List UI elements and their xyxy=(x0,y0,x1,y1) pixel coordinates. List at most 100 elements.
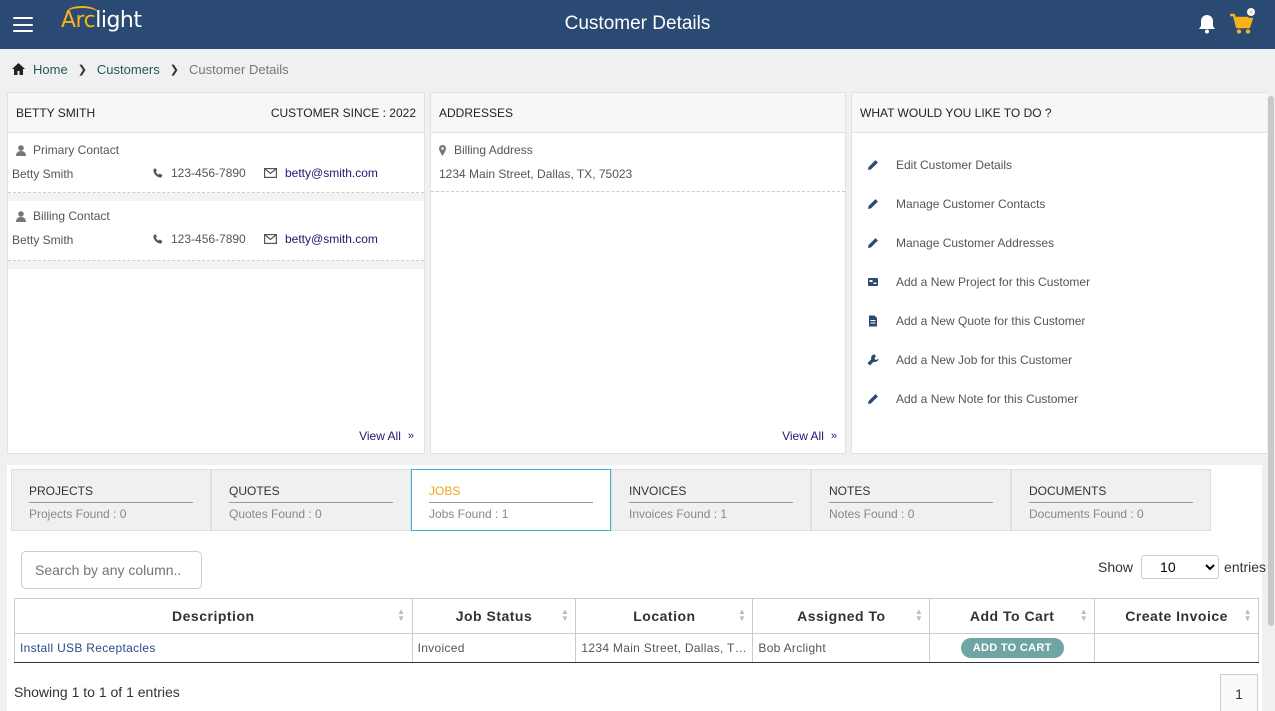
address-card: Billing Address 1234 Main Street, Dallas… xyxy=(431,133,845,192)
customer-panel-header: BETTY SMITH CUSTOMER SINCE : 2022 xyxy=(8,93,424,133)
map-marker-icon xyxy=(439,144,446,156)
spacer xyxy=(8,261,424,269)
column-header-add-to-cart[interactable]: Add To Cart ▲ ▼ xyxy=(929,598,1096,634)
addresses-panel-header: ADDRESSES xyxy=(431,93,845,133)
customer-since: CUSTOMER SINCE : 2022 xyxy=(270,105,416,120)
table-row: Install USB Receptacles Invoiced 1234 Ma… xyxy=(14,633,1259,663)
contact-email: betty@smith.com xyxy=(264,166,378,180)
phone-icon xyxy=(153,234,163,244)
sort-icon: ▲ ▼ xyxy=(560,607,570,623)
add-to-cart-button[interactable]: ADD TO CART xyxy=(960,638,1064,658)
addresses-title: ADDRESSES xyxy=(439,105,514,120)
column-header-description[interactable]: Description ▲ ▼ xyxy=(14,598,413,634)
actions-panel-header: WHAT WOULD YOU LIKE TO DO ? xyxy=(852,93,1267,133)
user-icon xyxy=(16,210,26,222)
cart-badge xyxy=(1245,6,1257,18)
entries-summary: Showing 1 to 1 of 1 entries xyxy=(14,684,180,700)
envelope-icon xyxy=(264,168,277,178)
spacer xyxy=(8,193,424,201)
breadcrumb-home[interactable]: Home xyxy=(33,62,68,77)
tab-projects[interactable]: PROJECTS Projects Found : 0 xyxy=(11,469,211,531)
address-type: Billing Address xyxy=(439,143,533,157)
manage-contacts-action[interactable]: Manage Customer Contacts xyxy=(852,184,1267,223)
address-line: 1234 Main Street, Dallas, TX, 75023 xyxy=(439,167,633,181)
add-quote-action[interactable]: Add a New Quote for this Customer xyxy=(852,301,1267,340)
edit-customer-details-action[interactable]: Edit Customer Details xyxy=(852,145,1267,184)
breadcrumb-customers[interactable]: Customers xyxy=(97,62,160,77)
job-status-cell: Invoiced xyxy=(411,633,577,663)
document-icon xyxy=(869,315,877,326)
jobs-table: Description ▲ ▼ Job Status ▲ ▼ Location ▲ ▼ As… xyxy=(14,598,1259,663)
page-1-button[interactable]: 1 xyxy=(1220,674,1258,711)
double-chevron-right-icon: » xyxy=(407,430,414,442)
email-link[interactable]: betty@smith.com xyxy=(285,232,378,246)
tab-invoices[interactable]: INVOICES Invoices Found : 1 xyxy=(611,469,811,531)
records-tabs: PROJECTS Projects Found : 0 QUOTES Quote… xyxy=(11,469,1211,531)
double-chevron-right-icon: » xyxy=(830,430,837,442)
tab-quotes[interactable]: QUOTES Quotes Found : 0 xyxy=(211,469,411,531)
user-icon xyxy=(16,144,26,156)
page-size-control: Show 10 entries xyxy=(1098,555,1266,579)
job-description-link[interactable]: Install USB Receptacles xyxy=(20,641,156,655)
page-size-select[interactable]: 10 xyxy=(1141,555,1220,579)
sort-icon: ▲ ▼ xyxy=(737,607,747,623)
customer-name: BETTY SMITH xyxy=(16,105,96,120)
pencil-icon xyxy=(868,159,878,170)
pencil-icon xyxy=(868,393,878,404)
sort-icon: ▲ ▼ xyxy=(914,607,924,623)
add-job-action[interactable]: Add a New Job for this Customer xyxy=(852,340,1267,379)
pencil-icon xyxy=(868,198,878,209)
contact-name: Betty Smith xyxy=(12,167,74,181)
add-project-action[interactable]: Add a New Project for this Customer xyxy=(852,262,1267,301)
breadcrumb: Home ❯ Customers ❯ Customer Details xyxy=(12,61,289,77)
column-header-location[interactable]: Location ▲ ▼ xyxy=(575,598,754,634)
contact-card: Billing Contact Betty Smith 123-456-7890… xyxy=(8,201,424,261)
action-list: Edit Customer Details Manage Customer Co… xyxy=(852,133,1267,418)
page-title: Customer Details xyxy=(564,13,711,34)
contacts-view-all-link[interactable]: View All» xyxy=(359,429,414,443)
contact-type: Billing Contact xyxy=(16,209,110,223)
top-bar: Arclight Customer Details xyxy=(0,0,1275,49)
actions-title: WHAT WOULD YOU LIKE TO DO ? xyxy=(860,105,1052,120)
chevron-right-icon: ❯ xyxy=(77,63,87,76)
location-cell: 1234 Main Street, Dallas, TX, 75023 xyxy=(575,633,754,663)
project-icon xyxy=(868,277,878,286)
scrollbar-thumb[interactable] xyxy=(1268,96,1274,626)
tab-notes[interactable]: NOTES Notes Found : 0 xyxy=(811,469,1011,531)
breadcrumb-current: Customer Details xyxy=(188,61,289,77)
wrench-icon xyxy=(867,354,879,365)
tab-documents[interactable]: DOCUMENTS Documents Found : 0 xyxy=(1011,469,1211,531)
sort-icon: ▲ ▼ xyxy=(1243,607,1252,623)
pencil-icon xyxy=(868,237,878,248)
tab-jobs[interactable]: JOBS Jobs Found : 1 xyxy=(411,469,611,531)
customer-panel: BETTY SMITH CUSTOMER SINCE : 2022 Primar… xyxy=(7,92,425,454)
contact-phone: 123-456-7890 xyxy=(153,232,246,246)
actions-panel: WHAT WOULD YOU LIKE TO DO ? Edit Custome… xyxy=(851,92,1268,454)
records-section: PROJECTS Projects Found : 0 QUOTES Quote… xyxy=(7,465,1266,711)
email-link[interactable]: betty@smith.com xyxy=(285,166,378,180)
sort-icon: ▲ ▼ xyxy=(397,607,406,623)
manage-addresses-action[interactable]: Manage Customer Addresses xyxy=(852,223,1267,262)
bell-icon[interactable] xyxy=(1198,14,1216,34)
column-header-job-status[interactable]: Job Status ▲ ▼ xyxy=(411,598,577,634)
column-header-assigned-to[interactable]: Assigned To ▲ ▼ xyxy=(752,598,931,634)
scrollbar[interactable] xyxy=(1267,92,1275,632)
contact-phone: 123-456-7890 xyxy=(153,166,246,180)
logo[interactable]: Arclight xyxy=(61,8,142,42)
sort-icon: ▲ ▼ xyxy=(1079,607,1089,623)
envelope-icon xyxy=(264,234,277,244)
contact-card: Primary Contact Betty Smith 123-456-7890… xyxy=(8,133,424,193)
contact-type: Primary Contact xyxy=(16,143,119,157)
contact-name: Betty Smith xyxy=(12,233,74,247)
addresses-view-all-link[interactable]: View All» xyxy=(782,429,837,443)
create-invoice-cell xyxy=(1094,633,1259,663)
phone-icon xyxy=(153,168,163,178)
column-header-create-invoice[interactable]: Create Invoice ▲ ▼ xyxy=(1094,598,1259,634)
chevron-right-icon: ❯ xyxy=(169,63,179,76)
contact-email: betty@smith.com xyxy=(264,232,378,246)
hamburger-menu-icon[interactable] xyxy=(13,17,33,32)
assigned-to-cell: Bob Arclight xyxy=(752,633,931,663)
home-icon[interactable] xyxy=(12,63,25,75)
search-input[interactable] xyxy=(21,551,202,589)
add-note-action[interactable]: Add a New Note for this Customer xyxy=(852,379,1267,418)
